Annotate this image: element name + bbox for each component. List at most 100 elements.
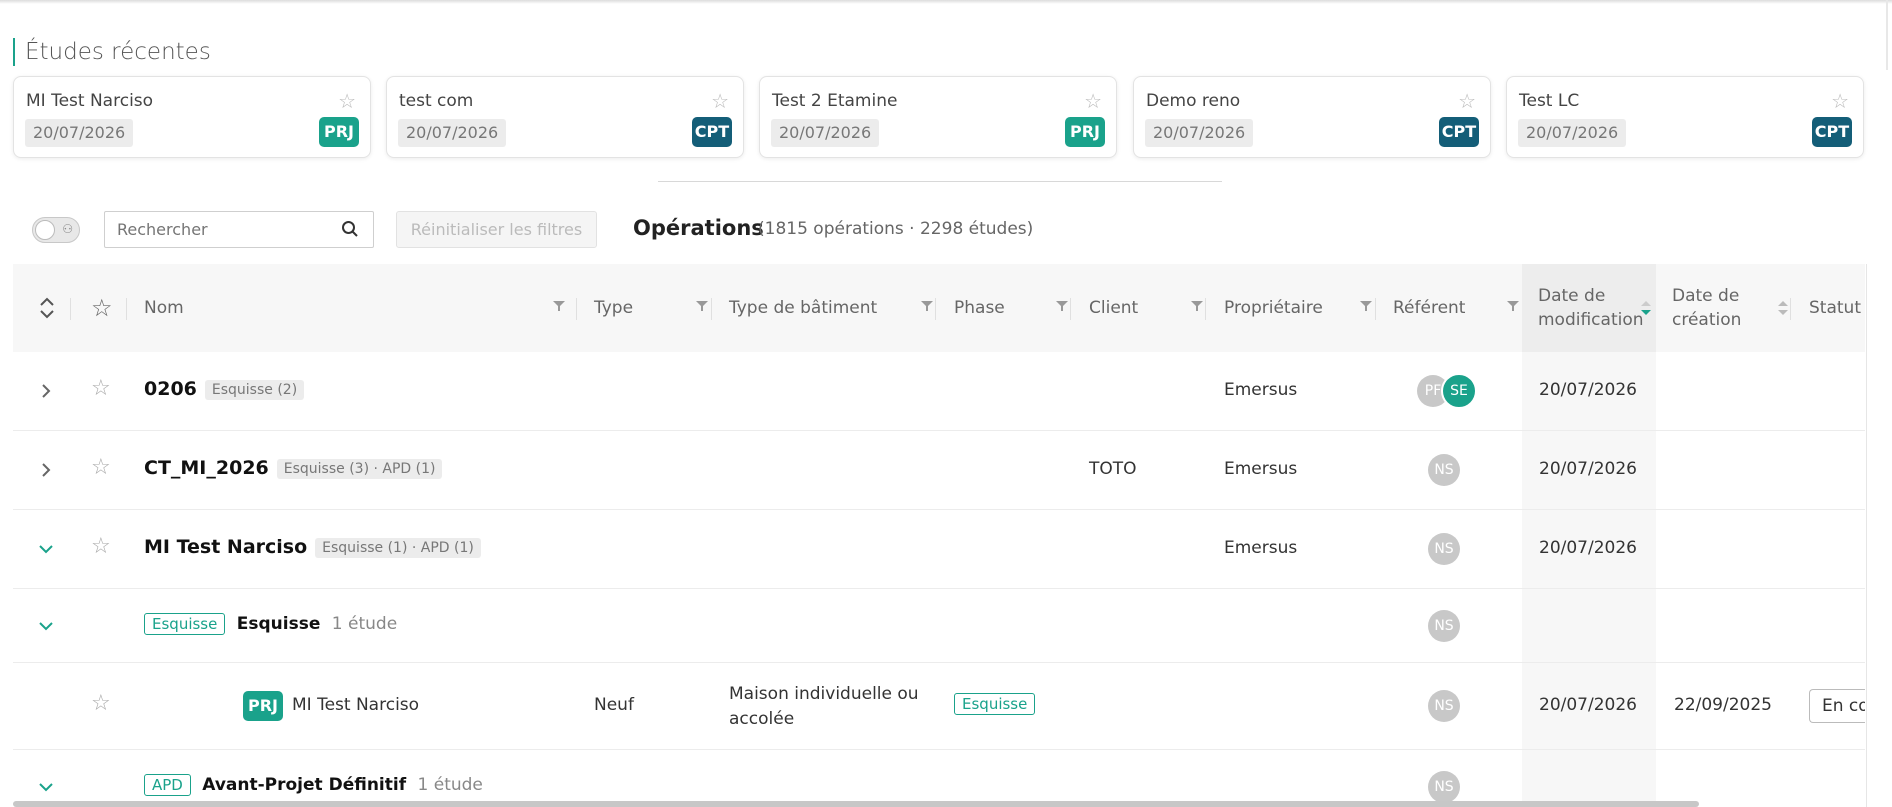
study-type-badge: CPT: [692, 117, 732, 147]
phase-group-row[interactable]: APD Avant-Projet Définitif 1 étude NS: [13, 750, 1865, 807]
study-type-badge: PRJ: [1065, 117, 1105, 147]
recent-card[interactable]: test com 20/07/2026 ☆ CPT: [386, 76, 744, 158]
reset-filters-button[interactable]: Réinitialiser les filtres: [396, 211, 597, 248]
chevron-right-icon[interactable]: [41, 462, 51, 478]
phase-name: Esquisse: [236, 614, 321, 634]
recent-card[interactable]: Test 2 Etamine 20/07/2026 ☆ PRJ: [759, 76, 1117, 158]
chevron-down-icon[interactable]: [38, 621, 54, 631]
column-separator: [711, 298, 712, 320]
star-icon[interactable]: ☆: [711, 89, 729, 113]
column-label: Client: [1089, 298, 1139, 318]
sort-icon[interactable]: [1778, 301, 1788, 315]
column-proprietaire[interactable]: Propriétaire: [1224, 264, 1374, 352]
search-icon[interactable]: [341, 220, 359, 242]
star-icon[interactable]: ☆: [91, 534, 111, 559]
column-label: création: [1672, 310, 1742, 330]
column-separator: [1070, 298, 1071, 320]
recent-card-name: MI Test Narciso: [26, 91, 154, 111]
column-type[interactable]: Type: [594, 264, 714, 352]
modified-date-cell: 20/07/2026: [1539, 459, 1637, 479]
column-client[interactable]: Client: [1089, 264, 1209, 352]
column-phase[interactable]: Phase: [954, 264, 1074, 352]
column-label: Nom: [144, 298, 184, 318]
owner-cell: Emersus: [1224, 538, 1298, 558]
column-type-batiment[interactable]: Type de bâtiment: [729, 264, 933, 352]
recent-card-date: 20/07/2026: [25, 119, 134, 147]
table-row[interactable]: ☆ MI Test Narciso Esquisse (1) · APD (1) …: [13, 510, 1865, 589]
operation-name-cell: MI Test Narciso Esquisse (1) · APD (1): [144, 536, 481, 558]
type-cell: Neuf: [594, 695, 634, 715]
operation-name[interactable]: MI Test Narciso: [144, 536, 307, 558]
expand-all-icon[interactable]: [39, 264, 55, 352]
operation-name[interactable]: CT_MI_2026: [144, 457, 269, 479]
column-label: Date de: [1672, 286, 1740, 306]
chevron-down-icon[interactable]: [38, 544, 54, 554]
filter-icon[interactable]: [1360, 300, 1372, 312]
column-separator: [935, 298, 936, 320]
favorites-column-star-icon[interactable]: ☆: [91, 264, 113, 352]
recent-card[interactable]: Demo reno 20/07/2026 ☆ CPT: [1133, 76, 1491, 158]
chevron-right-icon[interactable]: [41, 383, 51, 399]
study-type-badge: PRJ: [243, 691, 283, 721]
hierarchy-icon: ⚇: [62, 222, 73, 236]
table-row[interactable]: ☆ CT_MI_2026 Esquisse (3) · APD (1) TOTO …: [13, 431, 1865, 510]
star-icon[interactable]: ☆: [338, 89, 356, 113]
column-label: Type de bâtiment: [729, 298, 878, 318]
phase-cell: Esquisse: [954, 693, 1036, 715]
column-label: Type: [594, 298, 634, 318]
filter-icon[interactable]: [1056, 300, 1068, 312]
top-shadow: [0, 0, 1892, 4]
filter-icon[interactable]: [553, 300, 565, 312]
phase-group-row[interactable]: Esquisse Esquisse 1 étude NS: [13, 589, 1865, 663]
phase-tag: Esquisse: [954, 693, 1036, 715]
recent-card[interactable]: MI Test Narciso 20/07/2026 ☆ PRJ: [13, 76, 371, 158]
created-date-cell: 22/09/2025: [1674, 695, 1772, 715]
recent-card[interactable]: Test LC 20/07/2026 ☆ CPT: [1506, 76, 1864, 158]
filter-icon[interactable]: [696, 300, 708, 312]
study-name[interactable]: MI Test Narciso: [292, 695, 419, 715]
study-row[interactable]: ☆ PRJ MI Test Narciso Neuf Maison indivi…: [13, 663, 1865, 750]
column-date-modification[interactable]: Date de modification: [1522, 264, 1656, 352]
star-icon[interactable]: ☆: [1831, 89, 1849, 113]
search-box[interactable]: [104, 211, 374, 248]
phase-group-label: APD Avant-Projet Définitif 1 étude: [144, 774, 483, 796]
phase-study-count: 1 étude: [331, 614, 398, 634]
column-label: modification: [1538, 310, 1644, 330]
operations-title: Opérations: [633, 216, 764, 240]
window-edge: [1886, 0, 1888, 70]
star-icon[interactable]: ☆: [91, 691, 111, 716]
table-row[interactable]: ☆ 0206 Esquisse (2) Emersus PF SE 20/07/2…: [13, 352, 1865, 431]
star-icon[interactable]: ☆: [1458, 89, 1476, 113]
filter-icon[interactable]: [1507, 300, 1519, 312]
status-select[interactable]: En co: [1809, 689, 1865, 723]
column-separator: [576, 298, 577, 320]
filter-icon[interactable]: [1191, 300, 1203, 312]
operation-name-cell: 0206 Esquisse (2): [144, 378, 305, 400]
section-divider: [658, 181, 1222, 182]
star-icon[interactable]: ☆: [91, 455, 111, 480]
avatar: NS: [1428, 610, 1460, 642]
column-separator: [126, 298, 127, 320]
column-label: Date de: [1538, 286, 1606, 306]
star-icon[interactable]: ☆: [91, 376, 111, 401]
table-header: ☆ Nom Type Type de bâtiment Phase Client…: [13, 264, 1865, 352]
filter-icon[interactable]: [921, 300, 933, 312]
phase-summary-tag: Esquisse (1) · APD (1): [315, 538, 481, 558]
column-nom[interactable]: Nom: [144, 264, 584, 352]
column-label: Statut c: [1809, 298, 1865, 318]
column-referent[interactable]: Référent: [1393, 264, 1523, 352]
star-icon[interactable]: ☆: [1084, 89, 1102, 113]
tree-view-toggle[interactable]: ⚇: [32, 217, 80, 243]
sort-desc-icon[interactable]: [1641, 301, 1651, 315]
column-date-creation[interactable]: Date de création: [1656, 264, 1790, 352]
horizontal-scrollbar[interactable]: [13, 801, 1699, 807]
column-separator: [1375, 298, 1376, 320]
search-input[interactable]: [115, 219, 339, 240]
operations-count: (1815 opérations · 2298 études): [758, 219, 1034, 239]
table-right-edge: [1866, 264, 1867, 807]
operation-name[interactable]: 0206: [144, 378, 197, 400]
column-statut[interactable]: Statut c: [1809, 264, 1865, 352]
chevron-down-icon[interactable]: [38, 782, 54, 792]
phase-study-count: 1 étude: [417, 775, 483, 795]
column-separator: [1790, 298, 1791, 320]
